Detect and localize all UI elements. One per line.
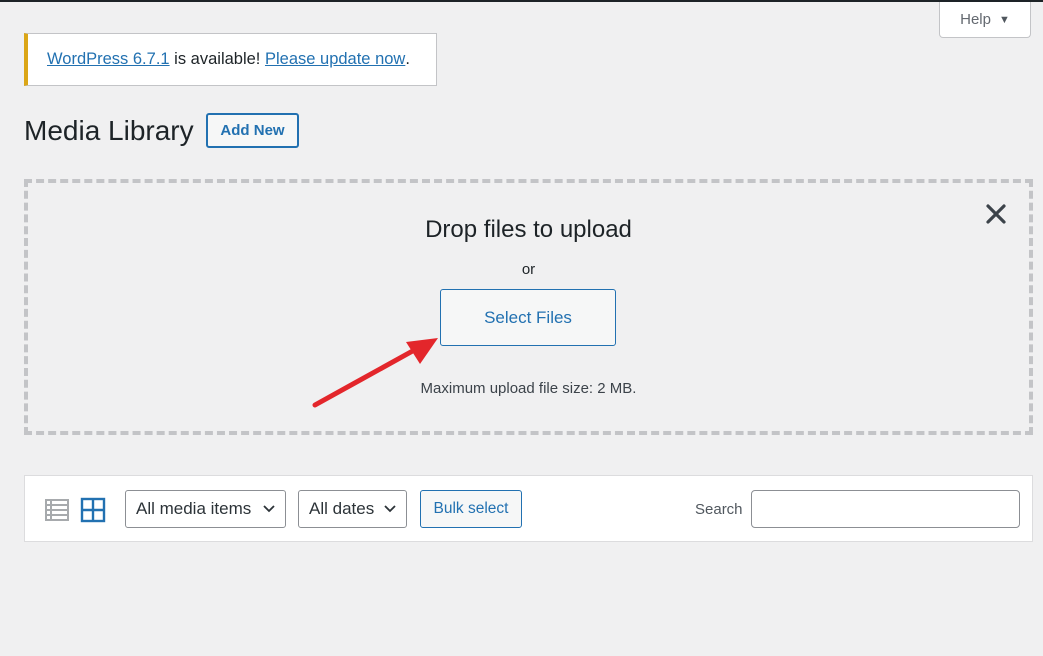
wordpress-version-link[interactable]: WordPress 6.7.1 — [47, 50, 170, 69]
or-text: or — [521, 261, 536, 278]
select-files-button[interactable]: Select Files — [440, 289, 616, 346]
annotation-arrow-icon — [312, 338, 438, 408]
chevron-down-icon — [263, 505, 275, 513]
max-upload-size-text: Maximum upload file size: 2 MB. — [420, 380, 637, 397]
search-label: Search — [695, 501, 743, 518]
update-notice: WordPress 6.7.1 is available! Please upd… — [24, 33, 437, 86]
page-title: Media Library — [24, 115, 194, 146]
admin-bar-edge — [0, 0, 1043, 2]
add-new-button[interactable]: Add New — [206, 113, 299, 148]
drop-files-title: Drop files to upload — [425, 216, 632, 243]
date-selected-value: All dates — [309, 499, 375, 518]
help-label: Help — [960, 11, 991, 28]
media-type-selected-value: All media items — [136, 499, 252, 518]
help-tab-button[interactable]: Help ▼ — [939, 2, 1031, 38]
media-type-filter-select[interactable]: All media items — [125, 490, 286, 528]
bulk-select-button[interactable]: Bulk select — [420, 490, 522, 528]
update-now-link[interactable]: Please update now — [265, 50, 405, 69]
date-filter-select[interactable]: All dates — [298, 490, 407, 528]
search-input[interactable] — [751, 490, 1020, 528]
chevron-down-icon — [384, 505, 396, 513]
grid-view-icon[interactable] — [80, 497, 106, 523]
notice-end-text: . — [405, 50, 410, 68]
list-view-icon[interactable] — [44, 497, 70, 523]
caret-down-icon: ▼ — [998, 13, 1010, 26]
notice-middle-text: is available! — [169, 50, 265, 68]
